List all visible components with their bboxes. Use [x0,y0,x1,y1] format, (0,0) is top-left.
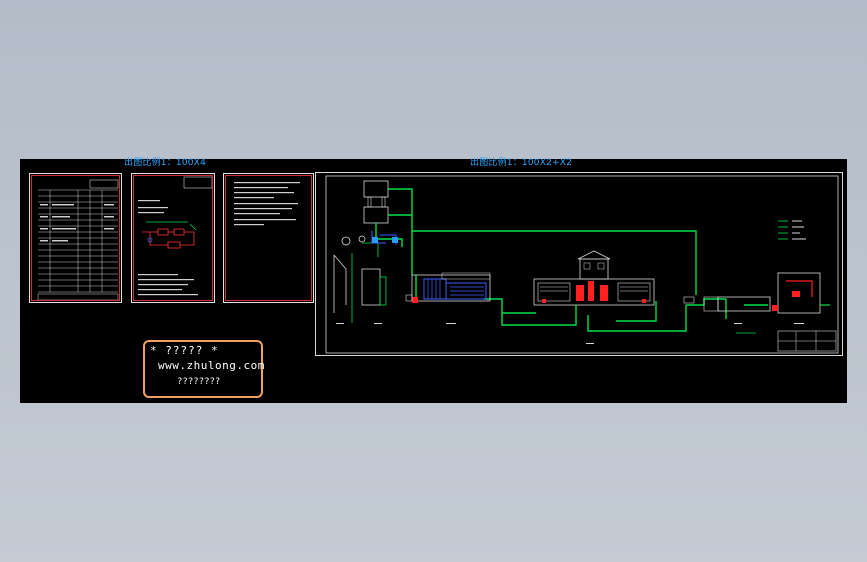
watermark-url: www.zhulong.com [158,359,265,372]
zhulong-watermark-logo: * ????? * www.zhulong.com ???????? [143,340,265,398]
equipment-table-drawing [37,179,119,301]
right-scale-caption: 出图比例1：100X2+X2 [470,158,573,168]
notes-schematic-drawing [138,176,213,296]
process-flow-diagram [325,175,839,354]
watermark-line3: ???????? [177,377,221,387]
process-flow-sheet[interactable] [315,172,843,356]
specification-notes-sheet[interactable] [223,173,314,303]
left-scale-caption: 出图比例1：100X4 [124,158,206,168]
equipment-list-sheet[interactable] [29,173,122,303]
design-notes-sheet[interactable] [131,173,215,303]
watermark-line1: * ????? * [150,344,219,357]
specification-text-drawing [234,182,300,226]
